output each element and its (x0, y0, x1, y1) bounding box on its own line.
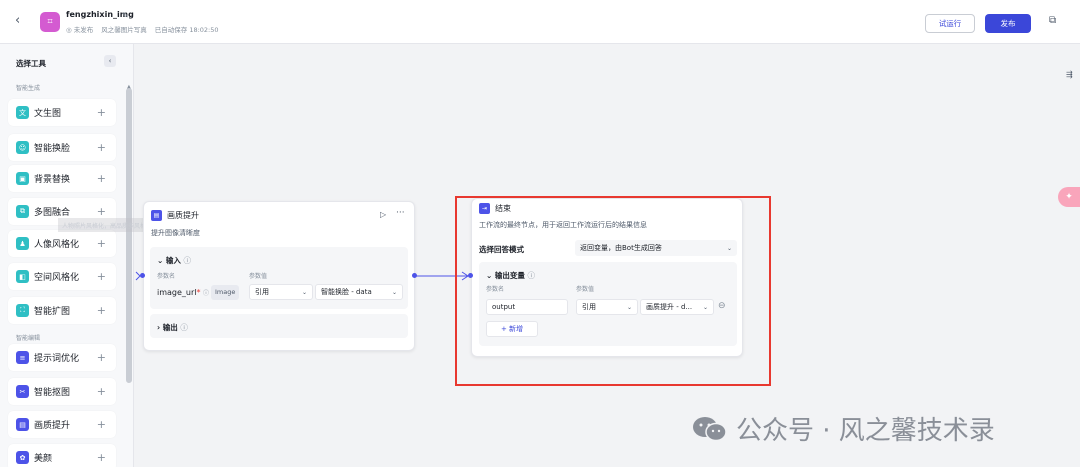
watermark-text: 公众号 · 风之馨技术录 (736, 416, 995, 446)
output-section-label[interactable]: › 输出 ⓘ (157, 322, 188, 333)
highlight-box (455, 196, 771, 386)
quality-enhance-node[interactable]: ▤ 画质提升 ▷ ··· 提升图像清晰度 ⌄ 输入 ⓘ 参数名 参数值 imag… (143, 201, 415, 351)
watermark: 公众号 · 风之馨技术录 (690, 410, 995, 447)
type-badge: Image (211, 285, 240, 300)
input-panel: ⌄ 输入 ⓘ 参数名 参数值 image_url* ⓘ Image 引用 ⌄ 智能… (150, 247, 408, 309)
output-port[interactable] (412, 273, 417, 278)
param-name: image_url* ⓘ (157, 288, 210, 297)
input-section-label[interactable]: ⌄ 输入 ⓘ (157, 255, 191, 266)
ref-select[interactable]: 引用 ⌄ (249, 284, 313, 300)
value-select[interactable]: 智能换脸 - data ⌄ (315, 284, 403, 300)
quality-enhance-node-icon: ▤ (151, 210, 162, 221)
panel-toggle-icon[interactable]: ⇶ (1066, 70, 1073, 79)
param-name-header: 参数名 (157, 273, 176, 280)
output-panel[interactable]: › 输出 ⓘ (150, 314, 408, 338)
run-node-icon[interactable]: ▷ (380, 210, 386, 219)
wechat-icon (693, 416, 727, 441)
param-value-header: 参数值 (249, 273, 268, 280)
more-options-icon[interactable]: ··· (396, 208, 405, 218)
node-title: 画质提升 (167, 211, 199, 220)
assistant-float-icon[interactable]: ✦ (1058, 187, 1080, 207)
node-description: 提升图像清晰度 (151, 229, 200, 237)
input-port[interactable] (140, 273, 145, 278)
